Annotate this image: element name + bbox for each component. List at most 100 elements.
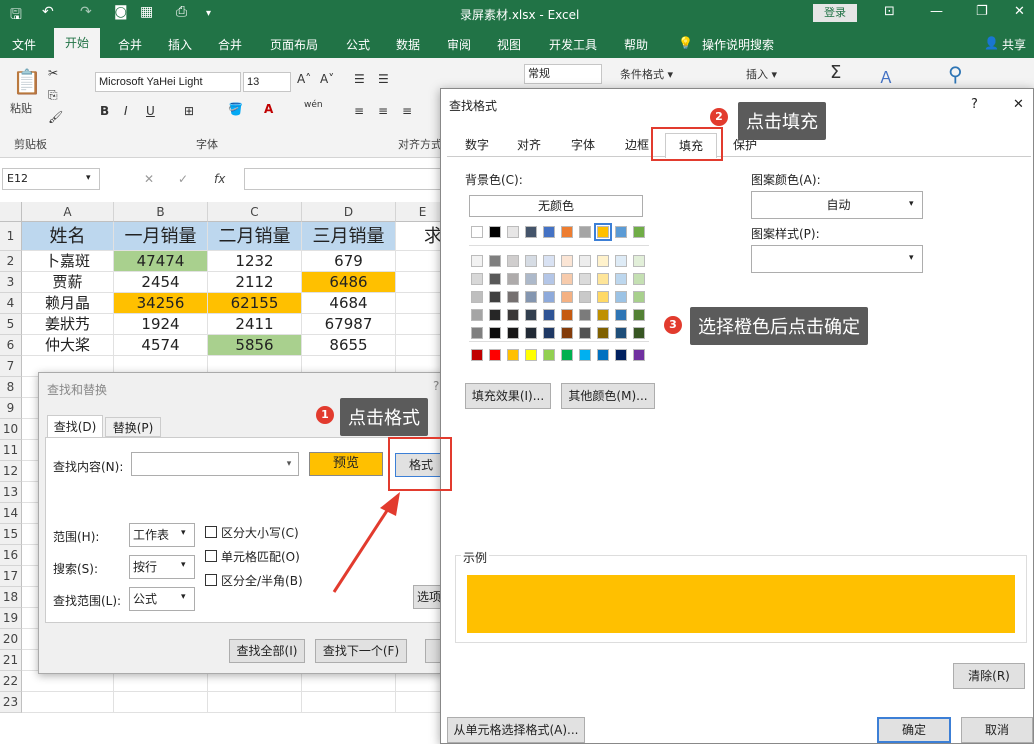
empty-cell[interactable] [302, 692, 396, 713]
menu-merge[interactable]: 合并 [118, 36, 142, 53]
color-swatch[interactable] [579, 291, 591, 303]
menu-formulas[interactable]: 公式 [346, 36, 370, 53]
color-swatch[interactable] [615, 291, 627, 303]
save-icon[interactable]: 🖫 [10, 4, 22, 28]
find-all-button[interactable]: 查找全部(I) [229, 639, 305, 663]
row-header[interactable]: 19 [0, 608, 22, 629]
color-swatch[interactable] [579, 327, 591, 339]
color-swatch[interactable] [579, 309, 591, 321]
align-right-icon[interactable]: ≡ [402, 104, 412, 118]
color-swatch[interactable] [525, 349, 537, 361]
ok-button[interactable]: 确定 [877, 717, 951, 743]
color-swatch[interactable] [597, 273, 609, 285]
color-swatch[interactable] [507, 273, 519, 285]
help-icon[interactable]: ? [971, 97, 978, 112]
color-swatch[interactable] [543, 291, 555, 303]
column-header[interactable]: C [208, 202, 302, 222]
tab-replace[interactable]: 替换(P) [105, 417, 161, 437]
ribbon-display-icon[interactable]: ⊡ [884, 4, 895, 19]
data-cell[interactable]: 6486 [302, 272, 396, 293]
row-header[interactable]: 8 [0, 377, 22, 398]
color-swatch[interactable] [471, 309, 483, 321]
paste-icon[interactable]: 📋 [12, 68, 42, 96]
color-swatch[interactable] [525, 255, 537, 267]
color-swatch[interactable] [633, 255, 645, 267]
fill-color-icon[interactable]: 🪣 [228, 102, 243, 116]
row-header[interactable]: 23 [0, 692, 22, 713]
color-swatch[interactable] [579, 273, 591, 285]
cut-icon[interactable]: ✂ [48, 66, 58, 80]
color-swatch[interactable] [633, 349, 645, 361]
color-swatch[interactable] [543, 255, 555, 267]
copy-icon[interactable]: ⎘ [48, 88, 58, 103]
data-cell[interactable]: 679 [302, 251, 396, 272]
match-case-checkbox[interactable] [205, 526, 217, 538]
menu-help[interactable]: 帮助 [624, 36, 648, 53]
help-icon[interactable]: ? [433, 379, 439, 393]
cancel-formula-icon[interactable]: ✕ [144, 172, 154, 186]
match-width-label[interactable]: 区分全/半角(B) [221, 572, 303, 589]
color-swatch[interactable] [525, 309, 537, 321]
color-swatch[interactable] [579, 255, 591, 267]
color-swatch[interactable] [489, 226, 501, 238]
row-header[interactable]: 13 [0, 482, 22, 503]
font-size-select[interactable]: 13 [243, 72, 291, 92]
underline-button[interactable]: U [146, 104, 155, 118]
data-cell[interactable]: 67987 [302, 314, 396, 335]
format-painter-icon[interactable]: 🖌 [48, 110, 63, 124]
data-cell[interactable]: 8655 [302, 335, 396, 356]
number-format-select[interactable]: 常规 [524, 64, 602, 84]
tab-number[interactable]: 数字 [453, 133, 501, 157]
color-swatch[interactable] [489, 291, 501, 303]
font-name-select[interactable]: Microsoft YaHei Light [95, 72, 241, 92]
cancel-button[interactable]: 取消 [961, 717, 1033, 743]
grow-font-icon[interactable]: A˄ [297, 72, 311, 86]
color-swatch[interactable] [507, 226, 519, 238]
match-width-checkbox[interactable] [205, 574, 217, 586]
pattern-color-select[interactable]: 自动 [751, 191, 923, 219]
data-cell[interactable]: 47474 [114, 251, 208, 272]
close-icon[interactable]: ✕ [1013, 97, 1024, 112]
empty-cell[interactable] [114, 671, 208, 692]
align-left-icon[interactable]: ≡ [354, 104, 364, 118]
tab-font[interactable]: 字体 [559, 133, 607, 157]
color-swatch[interactable] [561, 226, 573, 238]
sort-filter-icon[interactable]: Ａ [878, 64, 894, 88]
color-swatch[interactable] [561, 327, 573, 339]
color-swatch[interactable] [525, 273, 537, 285]
phonetic-icon[interactable]: wén [304, 100, 323, 110]
border-icon[interactable]: ⊞ [184, 104, 194, 118]
row-header[interactable]: 5 [0, 314, 22, 335]
bold-button[interactable]: B [100, 104, 109, 118]
pattern-style-select[interactable] [751, 245, 923, 273]
menu-page-layout[interactable]: 页面布局 [270, 36, 318, 53]
color-swatch[interactable] [543, 349, 555, 361]
color-swatch[interactable] [633, 273, 645, 285]
clear-button[interactable]: 清除(R) [953, 663, 1025, 689]
menu-file[interactable]: 文件 [12, 36, 36, 53]
header-cell[interactable]: 三月销量 [302, 222, 396, 251]
share-button[interactable]: 共享 [1002, 36, 1026, 53]
column-header[interactable]: B [114, 202, 208, 222]
data-cell[interactable]: 2112 [208, 272, 302, 293]
align-top-icon[interactable]: ☰ [354, 72, 365, 86]
color-swatch[interactable] [471, 291, 483, 303]
color-swatch[interactable] [471, 327, 483, 339]
find-dropdown-icon[interactable]: ▾ [281, 454, 297, 474]
empty-cell[interactable] [208, 671, 302, 692]
row-header[interactable]: 1 [0, 222, 22, 251]
insert-cells-button[interactable]: 插入 ▾ [746, 66, 777, 82]
empty-cell[interactable] [22, 692, 114, 713]
color-swatch[interactable] [489, 273, 501, 285]
find-select-icon[interactable]: ⚲ [948, 62, 963, 86]
color-swatch[interactable] [471, 349, 483, 361]
color-swatch[interactable] [633, 226, 645, 238]
color-swatch[interactable] [507, 291, 519, 303]
redo-icon[interactable]: ↷ [80, 4, 92, 20]
choose-from-cell-button[interactable]: 从单元格选择格式(A)... [447, 717, 585, 743]
login-button[interactable]: 登录 [813, 4, 857, 22]
row-header[interactable]: 15 [0, 524, 22, 545]
no-color-button[interactable]: 无颜色 [469, 195, 643, 217]
fill-effects-button[interactable]: 填充效果(I)... [465, 383, 551, 409]
close-button[interactable]: ✕ [1014, 4, 1025, 19]
